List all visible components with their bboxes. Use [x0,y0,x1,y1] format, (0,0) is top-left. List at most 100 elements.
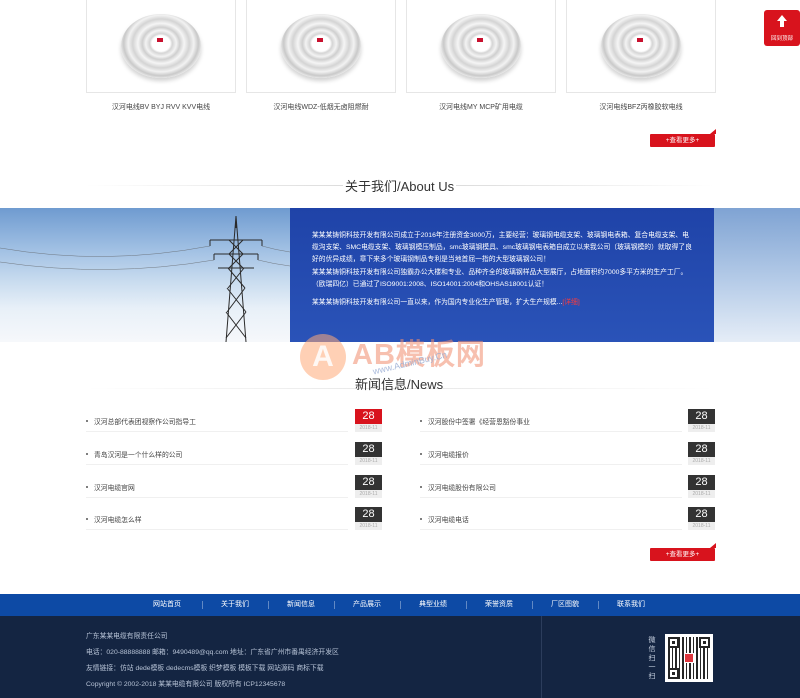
watermark-logo-letter: A [312,340,334,373]
news-title[interactable]: 汉河股份中签署《经营恩豁份事业 [428,416,530,426]
news-day: 28 [688,409,715,424]
news-underline [420,431,682,432]
footer-scan-label: 微信扫一扫 [648,637,656,680]
footer-nav-contact[interactable]: 联系我们 [617,594,645,616]
news-title[interactable]: 汉河电缆电话 [428,514,469,524]
power-pylon-icon [0,215,290,342]
about-section-title: 关于我们/About Us [343,176,457,195]
footer-friend-links[interactable]: 友情链接：仿站 dede模板 dedecms模板 织梦模板 模板下载 网站源码 … [86,662,324,672]
about-text: 某某某铸铜科技开发有限公司成立于2016年注册资金3000万，主要经营：玻璃钢电… [312,230,692,309]
back-to-top-label: 回到顶部 [770,36,793,42]
news-day: 28 [688,507,715,522]
news-underline [420,497,682,498]
cable-coil-image [441,14,521,78]
product-card[interactable]: 汉河电线WDZ-低烟无卤阻燃耐 [246,0,396,118]
product-image[interactable] [566,0,716,93]
qr-code-image [665,634,713,682]
news-day: 28 [355,507,382,522]
news-title[interactable]: 汉河电缆股份有限公司 [428,482,496,492]
news-bullet [420,453,422,455]
news-bullet [420,420,422,422]
cable-coil-image [121,14,201,78]
news-year-month: 2018-11 [355,457,382,465]
news-bullet [86,486,88,488]
footer-nav-home[interactable]: 网站首页 [153,594,181,616]
news-underline [86,497,348,498]
products-more-button[interactable]: +查看更多+ [650,129,716,147]
product-image[interactable] [86,0,236,93]
news-item[interactable]: 汉河电缆电话 28 2018-11 [420,507,716,539]
news-title[interactable]: 汉河电缆官网 [94,482,135,492]
cable-coil-image [601,14,681,78]
news-more-button[interactable]: +查看更多+ [650,543,716,561]
news-item[interactable]: 青岛汉河是一个什么样的公司 28 2018-11 [86,442,382,474]
product-image[interactable] [246,0,396,93]
back-to-top-button[interactable]: 回到顶部 [764,10,800,46]
watermark-logo: A [300,334,346,380]
footer-nav-news[interactable]: 新闻信息 [287,594,315,616]
pylon-photo [0,208,290,342]
cable-coil-image [281,14,361,78]
product-name[interactable]: 汉河电线WDZ-低烟无卤阻燃耐 [246,102,396,112]
news-day: 28 [688,475,715,490]
news-underline [420,464,682,465]
news-title[interactable]: 汉河电缆报价 [428,449,469,459]
product-image[interactable] [406,0,556,93]
footer-copyright: Copyright © 2002-2018 某某电缆有限公司 版权所有 ICP1… [86,681,286,688]
arrow-up-icon [777,15,787,30]
news-item[interactable]: 汉河总部代表团视察作公司指导工 28 2018-11 [86,409,382,441]
news-item[interactable]: 汉河电缆官网 28 2018-11 [86,475,382,507]
news-year-month: 2018-11 [688,424,715,432]
news-year-month: 2018-11 [688,457,715,465]
news-year-month: 2018-11 [688,490,715,498]
news-bullet [86,420,88,422]
product-card[interactable]: 汉河电线BV BYJ RVV KVV电线 [86,0,236,118]
news-underline [420,529,682,530]
product-name[interactable]: 汉河电线BV BYJ RVV KVV电线 [86,102,236,112]
about-paragraph: 某某某铸铜科技开发有限公司成立于2016年注册资金3000万，主要经营：玻璃钢电… [312,232,692,264]
qr-logo-icon [684,653,694,663]
news-bullet [420,518,422,520]
sky-photo-right [714,208,800,342]
news-title[interactable]: 汉河电缆怎么样 [94,514,142,524]
news-item[interactable]: 汉河电缆报价 28 2018-11 [420,442,716,474]
about-last-line: 某某某铸铜科技开发有限公司一直以来，作为国内专业化生产管理，扩大生产规模... [312,299,563,307]
news-bullet [86,453,88,455]
about-paragraph: 某某某铸铜科技开发有限公司独霸办公大楼和专业、品种齐全的玻璃钢样品大型展厅，占地… [312,268,688,288]
footer-nav-factory[interactable]: 厂区图貌 [551,594,579,616]
news-bullet [420,486,422,488]
news-underline [86,464,348,465]
footer-divider [541,616,542,698]
news-day: 28 [688,442,715,457]
news-bullet [86,518,88,520]
footer-contact: 电话：020-88888888 邮箱：9490489@qq.com 地址：广东省… [86,649,339,656]
footer-nav-honors[interactable]: 荣誉资质 [485,594,513,616]
product-name[interactable]: 汉河电线MY MCP矿用电缆 [406,102,556,112]
about-last-line-wrapper: 某某某铸铜科技开发有限公司一直以来，作为国内专业化生产管理，扩大生产规模...[… [312,297,692,309]
footer-nav-products[interactable]: 产品展示 [353,594,381,616]
news-title[interactable]: 青岛汉河是一个什么样的公司 [94,449,182,459]
footer: 广东某某电缆有限责任公司 电话：020-88888888 邮箱：9490489@… [0,616,800,698]
footer-company: 广东某某电缆有限责任公司 [86,633,168,640]
news-year-month: 2018-11 [355,424,382,432]
news-year-month: 2018-11 [355,490,382,498]
product-card[interactable]: 汉河电线BFZ丙橡胶软电线 [566,0,716,118]
news-underline [86,431,348,432]
news-day: 28 [355,409,382,424]
news-year-month: 2018-11 [355,522,382,530]
about-detail-link[interactable]: [详细] [562,299,579,306]
news-day: 28 [355,475,382,490]
news-item[interactable]: 汉河电缆怎么样 28 2018-11 [86,507,382,539]
news-item[interactable]: 汉河股份中签署《经营恩豁份事业 28 2018-11 [420,409,716,441]
news-item[interactable]: 汉河电缆股份有限公司 28 2018-11 [420,475,716,507]
product-card[interactable]: 汉河电线MY MCP矿用电缆 [406,0,556,118]
footer-nav-about[interactable]: 关于我们 [221,594,249,616]
news-title[interactable]: 汉河总部代表团视察作公司指导工 [94,416,196,426]
footer-nav: 网站首页 关于我们 新闻信息 产品展示 典型业绩 荣誉资质 厂区图貌 联系我们 [0,594,800,616]
news-section-title: 新闻信息/News [355,377,444,392]
news-underline [86,529,348,530]
about-banner: 某某某铸铜科技开发有限公司成立于2016年注册资金3000万，主要经营：玻璃钢电… [0,208,800,342]
product-name[interactable]: 汉河电线BFZ丙橡胶软电线 [566,102,716,112]
news-day: 28 [355,442,382,457]
footer-nav-cases[interactable]: 典型业绩 [419,594,447,616]
